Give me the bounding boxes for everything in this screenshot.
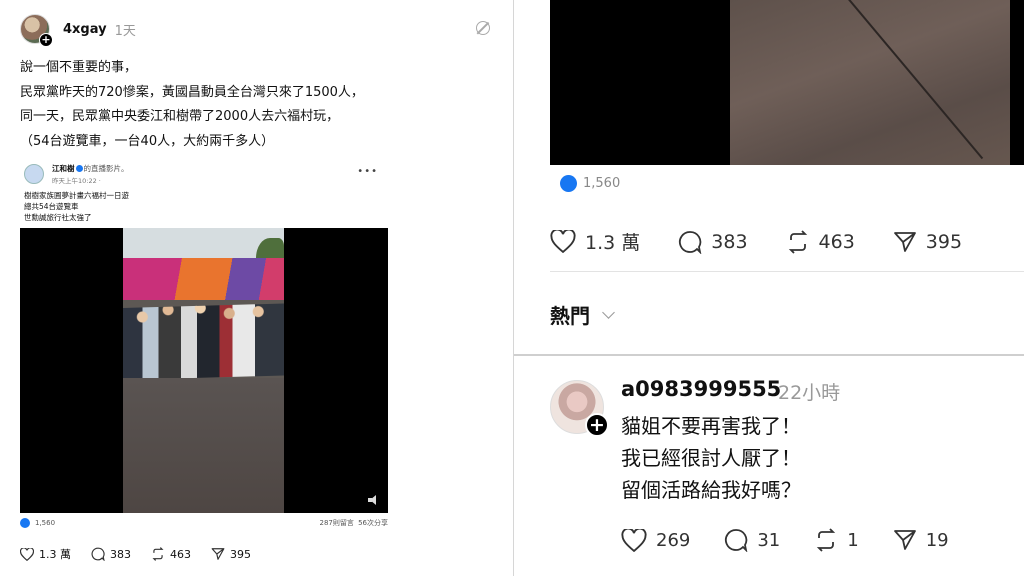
comment-icon: [725, 529, 748, 552]
fb-line: 總共54台遊覽車: [24, 202, 79, 211]
fb-line: 世勳誠旅行社太強了: [24, 213, 92, 222]
video-frame: [123, 228, 284, 513]
send-icon: [893, 530, 916, 550]
chevron-down-icon: [602, 305, 615, 319]
comment-body: 貓姐不要再害我了！ 我已經很討人厭了！ 留個活路給我好嗎？: [621, 410, 801, 506]
like-button[interactable]: 269: [621, 528, 691, 552]
comment-line: 貓姐不要再害我了！: [621, 414, 801, 438]
heart-icon: [20, 547, 34, 561]
fb-text: 樹樹家族圓夢計畫六福村一日遊 總共54台遊覽車 世勳誠旅行社太強了: [24, 190, 129, 223]
like-button[interactable]: 1.3 萬: [550, 228, 640, 255]
divider: [550, 271, 1024, 272]
comment-count: 383: [110, 547, 131, 561]
embedded-facebook-post[interactable]: 江和樹 的直播影片。 昨天上午10:22 · ••• 樹樹家族圓夢計畫六福村一日遊…: [20, 160, 388, 530]
avatar[interactable]: +: [550, 380, 609, 437]
fb-date: 昨天上午10:22 ·: [52, 177, 101, 185]
fb-likes: 1,560: [35, 519, 56, 527]
verified-icon: [75, 165, 83, 172]
post-line: 民眾黨昨天的720慘案，黃國昌動員全台灣只來了1500人，: [20, 84, 364, 100]
right-post-panel: 1,560 1.3 萬 383 463 395 熱門: [514, 0, 1024, 354]
send-icon: [893, 231, 916, 252]
comment-actions: 269 31 1 19: [621, 528, 983, 552]
repost-icon: [817, 528, 836, 552]
repost-button[interactable]: 1: [814, 528, 859, 552]
like-reaction-icon: [560, 175, 577, 192]
share-count: 395: [230, 547, 251, 561]
like-count: 1.3 萬: [39, 548, 71, 561]
like-count: 269: [656, 529, 691, 551]
comment-line: 我已經很討人厭了！: [621, 446, 801, 470]
repost-count: 1: [847, 529, 859, 551]
send-icon: [211, 548, 225, 560]
follow-plus-icon[interactable]: +: [39, 33, 53, 47]
more-options-icon[interactable]: •••: [357, 166, 378, 177]
share-count: 19: [925, 529, 949, 551]
fb-author-suffix: 的直播影片。: [83, 164, 129, 173]
post-header: + 4xgay 1天: [20, 12, 500, 47]
fb-header: 江和樹 的直播影片。 昨天上午10:22 ·: [24, 164, 129, 185]
comment-username[interactable]: a0983999555: [621, 377, 781, 401]
comment-time: 22小時: [778, 382, 841, 404]
comment-icon: [91, 547, 105, 561]
left-post-panel: + 4xgay 1天 說一個不重要的事， 民眾黨昨天的720慘案，黃國昌動員全台…: [0, 0, 513, 576]
fb-line: 樹樹家族圓夢計畫六福村一日遊: [24, 191, 129, 200]
reaction-count: 1,560: [583, 176, 621, 191]
post-actions: 1.3 萬 383 463 395: [550, 228, 1000, 255]
fb-footer: 1,560 287則留言 56次分享: [20, 518, 388, 528]
share-button[interactable]: 395: [211, 547, 251, 561]
follow-plus-icon[interactable]: +: [585, 413, 609, 437]
repost-icon: [788, 229, 807, 254]
fb-author: 江和樹: [52, 164, 75, 173]
comment-button[interactable]: 31: [724, 528, 780, 552]
hidden-icon[interactable]: [476, 21, 490, 35]
like-reaction-icon: [20, 518, 30, 528]
repost-count: 463: [818, 230, 855, 253]
comment-count: 31: [757, 529, 781, 551]
post-time: 1天: [114, 23, 136, 39]
post-body: 說一個不重要的事， 民眾黨昨天的720慘案，黃國昌動員全台灣只來了1500人， …: [20, 56, 490, 154]
post-line: 同一天，民眾黨中央委江和樹帶了2000人去六福村玩，: [20, 109, 340, 124]
comment-count: 383: [711, 230, 748, 253]
share-button[interactable]: 395: [893, 230, 962, 254]
post-actions: 1.3 萬 383 463 395: [20, 546, 271, 562]
post-line: （54台遊覽車，一台40人，大約兩千多人）: [20, 133, 275, 149]
share-count: 395: [925, 230, 963, 253]
heart-icon: [621, 528, 647, 552]
volume-icon[interactable]: [368, 495, 380, 505]
post-line: 說一個不重要的事，: [20, 60, 138, 75]
reaction-summary: 1,560: [560, 175, 620, 192]
video-player[interactable]: [550, 0, 1024, 165]
comment-line: 留個活路給我好嗎？: [621, 478, 801, 502]
repost-icon: [152, 547, 164, 561]
repost-count: 463: [170, 547, 191, 561]
comment-icon: [679, 230, 702, 254]
share-button[interactable]: 19: [893, 528, 949, 552]
like-button[interactable]: 1.3 萬: [20, 546, 71, 562]
repost-button[interactable]: 463: [151, 547, 191, 561]
repost-button[interactable]: 463: [786, 229, 855, 254]
username[interactable]: 4xgay: [63, 22, 107, 37]
like-count: 1.3 萬: [585, 232, 641, 254]
heart-icon: [550, 230, 576, 253]
video-player[interactable]: [20, 228, 388, 513]
comment-button[interactable]: 383: [678, 230, 748, 254]
sort-dropdown[interactable]: 熱門: [550, 300, 615, 329]
comment-button[interactable]: 383: [91, 547, 131, 561]
sort-label: 熱門: [550, 304, 590, 328]
comment-panel: + a0983999555 22小時 貓姐不要再害我了！ 我已經很討人厭了！ 留…: [514, 356, 1024, 576]
fb-avatar: [24, 164, 44, 184]
avatar[interactable]: +: [20, 14, 53, 47]
fb-comments-shares: 287則留言 56次分享: [319, 519, 389, 527]
